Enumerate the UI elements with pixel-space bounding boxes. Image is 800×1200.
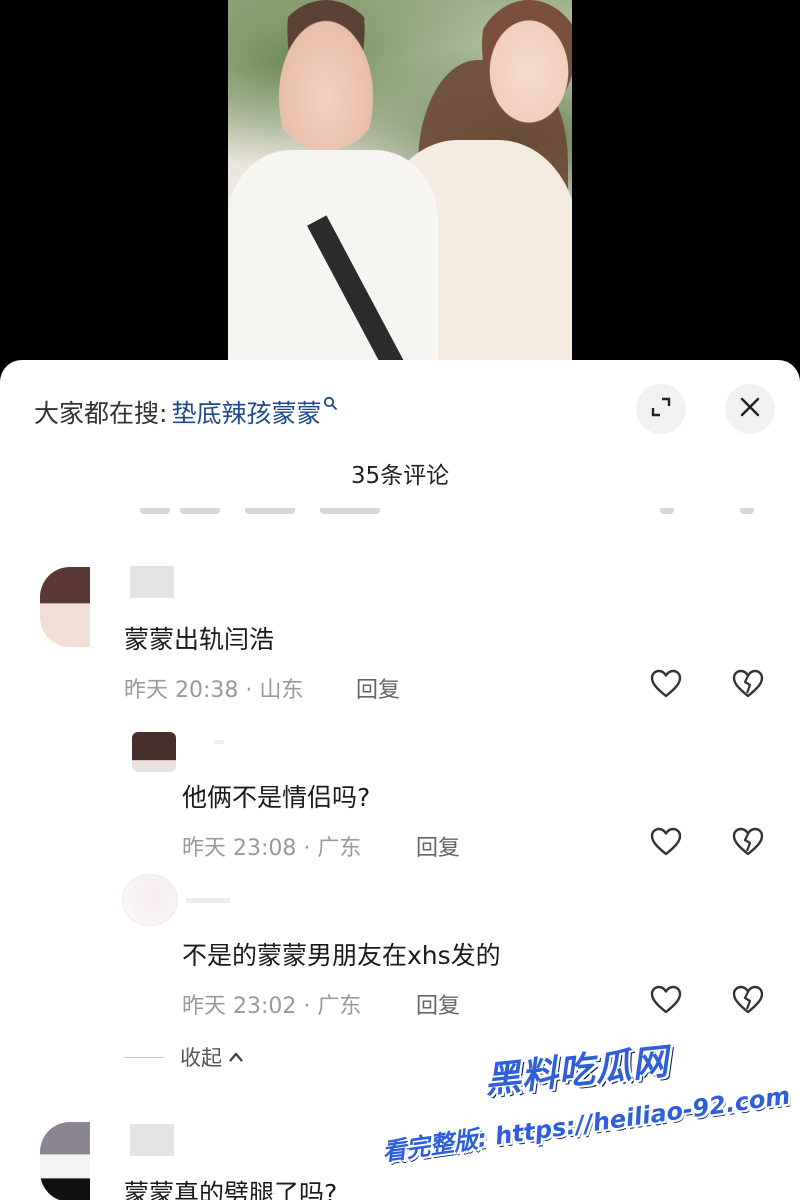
watermark-title: 黑料吃瓜网 (482, 1041, 672, 1102)
collapse-label: 收起 (180, 1046, 222, 1070)
comment-text: 他俩不是情侣吗? (182, 783, 371, 812)
expand-icon (649, 395, 673, 423)
dislike-button[interactable] (730, 826, 766, 862)
like-button[interactable] (648, 668, 684, 704)
dislike-button[interactable] (730, 668, 766, 704)
broken-heart-icon (732, 827, 764, 861)
like-button[interactable] (648, 984, 684, 1020)
username-blurred[interactable] (130, 1124, 174, 1156)
avatar[interactable] (40, 567, 90, 647)
collapse-replies-button[interactable]: 收起 (124, 1042, 244, 1072)
broken-heart-icon (732, 669, 764, 703)
username-blurred[interactable] (186, 898, 230, 903)
reply-button[interactable]: 回复 (416, 988, 460, 1020)
close-button[interactable] (725, 384, 775, 434)
reply-button[interactable]: 回复 (356, 672, 400, 704)
comment-meta: 昨天 23:08 · 广东 (182, 836, 362, 861)
reply-button[interactable]: 回复 (416, 830, 460, 862)
close-icon (738, 395, 762, 423)
expand-button[interactable] (636, 384, 686, 434)
chevron-up-icon (228, 1048, 244, 1067)
divider-line (124, 1056, 164, 1058)
search-suggestion[interactable]: 大家都在搜: 垫底辣孩蒙蒙 (34, 392, 338, 432)
comment-text: 蒙蒙真的劈腿了吗? (124, 1179, 338, 1200)
comment-text: 不是的蒙蒙男朋友在xhs发的 (182, 941, 501, 970)
broken-heart-icon (732, 985, 764, 1019)
like-button[interactable] (648, 826, 684, 862)
heart-outline-icon (650, 827, 682, 861)
video-player[interactable] (0, 0, 800, 380)
username-blurred[interactable] (214, 740, 224, 744)
comment-meta: 昨天 23:02 · 广东 (182, 994, 362, 1019)
search-prefix-label: 大家都在搜: (34, 399, 168, 428)
comments-sheet: 大家都在搜: 垫底辣孩蒙蒙 35条评论 蒙蒙出轨闫浩 昨天 20:38 · 山东… (0, 360, 800, 1200)
video-frame-photo (228, 0, 572, 370)
dislike-button[interactable] (730, 984, 766, 1020)
comment-count-title: 35条评论 (350, 463, 450, 489)
search-term-link[interactable]: 垫底辣孩蒙蒙 (171, 394, 321, 430)
comment-meta: 昨天 20:38 · 山东 (124, 678, 304, 703)
avatar[interactable] (40, 1122, 90, 1200)
heart-outline-icon (650, 985, 682, 1019)
search-icon (323, 395, 338, 414)
comment-text: 蒙蒙出轨闫浩 (124, 625, 275, 654)
watermark: 黑料吃瓜网 看完整版: https://heiliao-92.com (360, 1041, 800, 1182)
heart-outline-icon (650, 669, 682, 703)
scrolled-comment-remnant (0, 508, 800, 524)
avatar[interactable] (132, 732, 176, 772)
username-blurred[interactable] (130, 566, 174, 598)
avatar[interactable] (122, 874, 178, 926)
